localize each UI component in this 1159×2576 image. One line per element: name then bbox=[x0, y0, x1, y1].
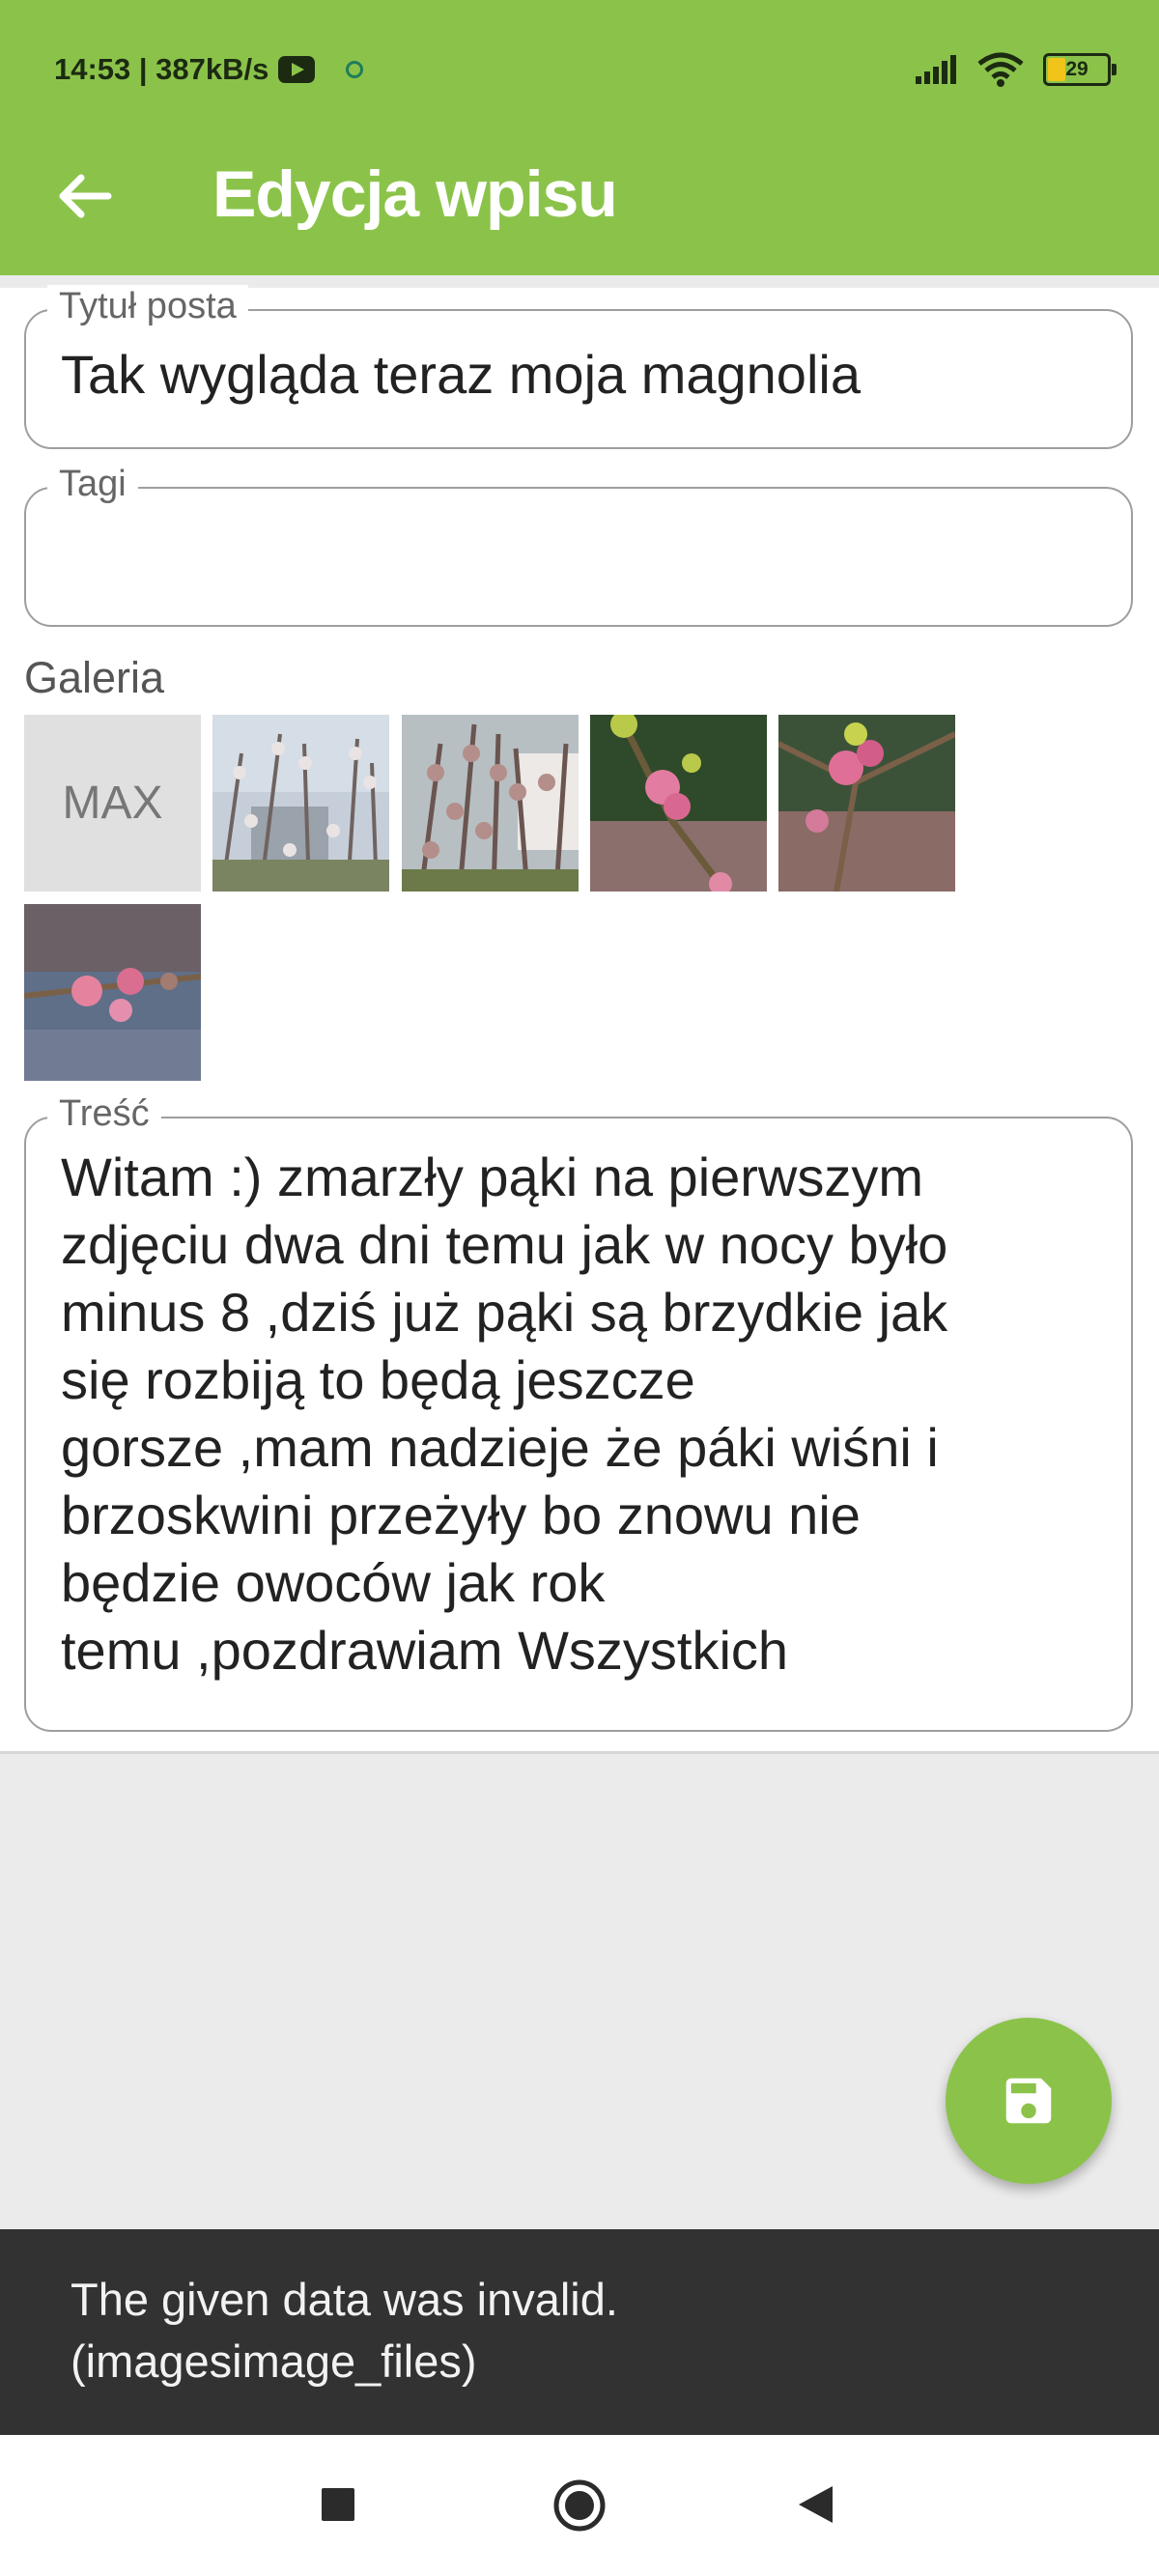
save-button[interactable] bbox=[946, 2018, 1112, 2184]
content-line: Witam :) zmarzły pąki na pierwszym bbox=[61, 1146, 924, 1207]
content-line: brzoskwini przeżyły bo znowu nie bbox=[61, 1485, 861, 1545]
status-left: 14:53 | 387kB/s bbox=[54, 50, 364, 89]
post-title-label: Tytuł posta bbox=[47, 285, 248, 327]
battery-icon: 29 bbox=[1043, 53, 1117, 86]
back-arrow-icon[interactable] bbox=[50, 162, 118, 230]
snackbar-detail: (imagesimage_files) bbox=[71, 2335, 477, 2387]
signal-icon bbox=[916, 55, 956, 84]
gallery-photo-5[interactable] bbox=[24, 904, 201, 1081]
tags-field[interactable]: Tagi bbox=[24, 463, 1133, 627]
save-icon bbox=[1005, 2078, 1052, 2124]
back-nav-button[interactable] bbox=[794, 2483, 836, 2526]
home-button[interactable] bbox=[552, 2478, 607, 2533]
edit-form: Tytuł posta Tak wygląda teraz moja magno… bbox=[0, 285, 1159, 1754]
error-snackbar: The given data was invalid. (imagesimage… bbox=[0, 2229, 1159, 2435]
content-label: Treść bbox=[47, 1092, 161, 1135]
content-line: będzie owoców jak rok bbox=[61, 1552, 606, 1613]
content-line: temu ,pozdrawiam Wszystkich bbox=[61, 1620, 789, 1681]
wifi-icon bbox=[977, 52, 1024, 87]
gallery-photo-2[interactable] bbox=[402, 715, 579, 892]
content-line: minus 8 ,dziś już pąki są brzydkie jak bbox=[61, 1282, 948, 1343]
content-text: Witam :) zmarzły pąki na pierwszym zdjęc… bbox=[61, 1144, 1102, 1684]
content-field[interactable]: Treść Witam :) zmarzły pąki na pierwszym… bbox=[24, 1092, 1133, 1732]
status-bar: 14:53 | 387kB/s 29 bbox=[0, 0, 1159, 135]
gallery-photo-1[interactable] bbox=[212, 715, 389, 892]
youtube-notification-icon bbox=[278, 56, 316, 83]
gallery-max-tile[interactable]: MAX bbox=[24, 715, 201, 892]
content-line: zdjęciu dwa dni temu jak w nocy było bbox=[61, 1214, 948, 1275]
system-nav-bar bbox=[0, 2435, 1159, 2576]
gallery-photo-3[interactable] bbox=[590, 715, 767, 892]
tags-label: Tagi bbox=[47, 463, 138, 505]
content-line: się rozbiją to będą jeszcze bbox=[61, 1349, 695, 1410]
gallery-max-label: MAX bbox=[62, 778, 163, 829]
gallery-photo-4[interactable] bbox=[778, 715, 955, 892]
app-bar: Edycja wpisu bbox=[0, 135, 1159, 275]
post-title-field[interactable]: Tytuł posta Tak wygląda teraz moja magno… bbox=[24, 285, 1133, 449]
page-title: Edycja wpisu bbox=[212, 157, 618, 231]
gallery-label: Galeria bbox=[24, 653, 165, 702]
recent-apps-button[interactable] bbox=[319, 2485, 357, 2524]
content-line: gorsze ,mam nadzieje że páki wiśni i bbox=[61, 1417, 939, 1478]
status-time-speed: 14:53 | 387kB/s bbox=[54, 52, 269, 86]
post-title-value: Tak wygląda teraz moja magnolia bbox=[61, 344, 861, 405]
snackbar-message: The given data was invalid. bbox=[71, 2274, 618, 2325]
battery-level: 29 bbox=[1065, 58, 1088, 80]
notification-dot-icon bbox=[346, 61, 364, 78]
status-right: 29 bbox=[916, 48, 1117, 91]
